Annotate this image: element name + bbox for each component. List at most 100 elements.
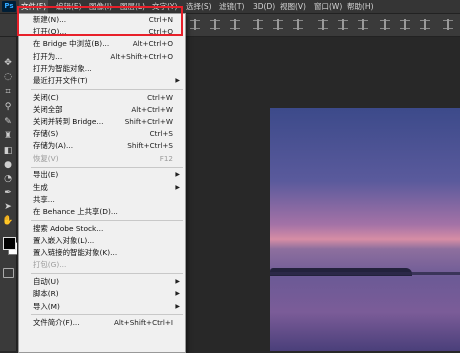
menu-item-label: 置入嵌入对象(L)... — [33, 235, 95, 245]
menu-item-shortcut: F12 — [159, 153, 173, 163]
auto-align-icon[interactable] — [443, 19, 453, 30]
menu-item-label: 自动(U) — [33, 277, 59, 287]
align-vcenter-icon[interactable] — [210, 19, 220, 30]
file-menu-dropdown: 新建(N)... Ctrl+N 打开(O)... Ctrl+O 在 Bridge 中浏览… — [18, 13, 186, 353]
dodge-icon[interactable]: ◔ — [2, 173, 14, 185]
menu-item-shortcut: Alt+Ctrl+W — [131, 104, 173, 114]
menu-item-label: 打包(G)... — [33, 260, 67, 270]
submenu-arrow-icon: ▶ — [175, 278, 180, 286]
file-menu-item[interactable]: 文件简介(F)... Alt+Shift+Ctrl+I — [19, 317, 185, 329]
align-hcenter-icon[interactable] — [273, 19, 283, 30]
menu-window[interactable]: 窗口(W) — [312, 0, 344, 13]
file-menu-item: 恢复(V) F12 — [19, 153, 185, 165]
menu-item-shortcut: Alt+Ctrl+O — [132, 39, 173, 49]
menu-item-label: 在 Behance 上共享(D)... — [33, 207, 118, 216]
menu-item-shortcut: Alt+Shift+Ctrl+O — [110, 51, 173, 61]
menu-item-label: 打开为智能对象... — [33, 63, 92, 73]
lasso-icon[interactable]: ◌ — [2, 71, 14, 83]
eyedropper-icon[interactable]: ⚲ — [2, 101, 14, 113]
menu-item-label: 导入(M) — [33, 301, 60, 311]
align-top-icon[interactable] — [190, 19, 200, 30]
menu-separator — [31, 88, 183, 90]
file-menu-item[interactable]: 导出(E) ▶ — [19, 169, 185, 181]
pen-icon[interactable]: ✒ — [2, 187, 14, 199]
highlight-annotation-box — [17, 6, 183, 36]
blur-icon[interactable]: ● — [2, 159, 14, 171]
move-icon[interactable]: ✥ — [2, 57, 14, 69]
submenu-arrow-icon: ▶ — [175, 302, 180, 310]
file-menu-item[interactable]: 在 Bridge 中浏览(B)... Alt+Ctrl+O — [19, 38, 185, 50]
distribute-vcenter-icon[interactable] — [338, 19, 348, 30]
menu-filter[interactable]: 滤镜(T) — [217, 0, 246, 13]
stamp-icon[interactable]: ♜ — [2, 130, 14, 142]
menu-item-label: 存储(S) — [33, 129, 59, 139]
menu-item-label: 存储为(A)... — [33, 141, 74, 151]
eraser-icon[interactable]: ◧ — [2, 145, 14, 157]
file-menu-item[interactable]: 脚本(R) ▶ — [19, 288, 185, 300]
menu-separator — [31, 219, 183, 221]
distribute-top-icon[interactable] — [318, 19, 328, 30]
file-menu-item[interactable]: 打开为智能对象... — [19, 63, 185, 75]
menu-item-label: 关闭(C) — [33, 92, 59, 102]
menu-select[interactable]: 选择(S) — [184, 0, 214, 13]
hand-icon[interactable]: ✋ — [2, 215, 14, 227]
file-menu-item[interactable]: 关闭(C) Ctrl+W — [19, 92, 185, 104]
file-menu-item[interactable]: 导入(M) ▶ — [19, 301, 185, 313]
file-menu-item[interactable]: 共享... — [19, 194, 185, 206]
menu-item-shortcut: Shift+Ctrl+S — [127, 141, 173, 151]
quick-mask-icon[interactable] — [3, 268, 14, 278]
menu-item-shortcut: Alt+Shift+Ctrl+I — [113, 318, 173, 328]
menu-item-label: 在 Bridge 中浏览(B)... — [33, 39, 110, 49]
distribute-right-icon[interactable] — [420, 19, 430, 30]
file-menu-item[interactable]: 存储为(A)... Shift+Ctrl+S — [19, 140, 185, 152]
menu-separator — [31, 273, 183, 275]
menu-item-shortcut: Ctrl+W — [147, 92, 173, 102]
file-menu-item[interactable]: 在 Behance 上共享(D)... — [19, 206, 185, 218]
menu-item-shortcut: Shift+Ctrl+W — [124, 117, 173, 127]
file-menu-item[interactable]: 置入链接的智能对象(K)... — [19, 247, 185, 259]
menu-item-label: 最近打开文件(T) — [33, 75, 88, 85]
menu-item-label: 置入链接的智能对象(K)... — [33, 248, 118, 258]
menu-item-label: 生成 — [33, 182, 48, 192]
menu-item-label: 脚本(R) — [33, 289, 59, 299]
menu-item-label: 打开为... — [33, 51, 63, 61]
file-menu-item[interactable]: 最近打开文件(T) ▶ — [19, 75, 185, 87]
align-bottom-icon[interactable] — [230, 19, 240, 30]
menu-item-label: 文件简介(F)... — [33, 318, 80, 328]
submenu-arrow-icon: ▶ — [175, 183, 180, 191]
file-menu-item[interactable]: 关闭全部 Alt+Ctrl+W — [19, 104, 185, 116]
distribute-hcenter-icon[interactable] — [400, 19, 410, 30]
menu-separator — [31, 166, 183, 168]
menu-item-label: 恢复(V) — [33, 153, 59, 163]
file-menu-item[interactable]: 搜索 Adobe Stock... — [19, 223, 185, 235]
file-menu-item[interactable]: 自动(U) ▶ — [19, 276, 185, 288]
align-right-icon[interactable] — [293, 19, 303, 30]
tools-panel: ✥ ◌ ⌗ ⚲ ✎ ♜ ◧ ● ◔ ✒ ➤ ✋ — [0, 37, 21, 351]
path-select-icon[interactable]: ➤ — [2, 201, 14, 213]
crop-icon[interactable]: ⌗ — [2, 86, 14, 98]
distribute-left-icon[interactable] — [380, 19, 390, 30]
menu-item-label: 搜索 Adobe Stock... — [33, 223, 104, 233]
file-menu-item[interactable]: 打开为... Alt+Shift+Ctrl+O — [19, 51, 185, 63]
foreground-color-swatch[interactable] — [3, 237, 16, 250]
distribute-bottom-icon[interactable] — [358, 19, 368, 30]
file-menu-item: 打包(G)... — [19, 259, 185, 271]
file-menu-item[interactable]: 生成 ▶ — [19, 182, 185, 194]
submenu-arrow-icon: ▶ — [175, 290, 180, 298]
brush-icon[interactable]: ✎ — [2, 116, 14, 128]
align-left-icon[interactable] — [253, 19, 263, 30]
menu-item-label: 共享... — [33, 194, 55, 204]
file-menu-item[interactable]: 存储(S) Ctrl+S — [19, 128, 185, 140]
menu-item-label: 关闭全部 — [33, 104, 63, 114]
file-menu-item[interactable]: 关闭并转到 Bridge... Shift+Ctrl+W — [19, 116, 185, 128]
horizon-line — [270, 272, 460, 275]
menu-item-label: 关闭并转到 Bridge... — [33, 117, 104, 127]
file-menu-item[interactable]: 置入嵌入对象(L)... — [19, 235, 185, 247]
menu-help[interactable]: 帮助(H) — [345, 0, 376, 13]
menu-view[interactable]: 视图(V) — [278, 0, 308, 13]
menu-3d[interactable]: 3D(D) — [251, 0, 277, 13]
menu-item-shortcut: Ctrl+S — [149, 129, 173, 139]
submenu-arrow-icon: ▶ — [175, 76, 180, 84]
menu-item-label: 导出(E) — [33, 170, 59, 180]
photoshop-logo[interactable]: Ps — [2, 1, 16, 12]
